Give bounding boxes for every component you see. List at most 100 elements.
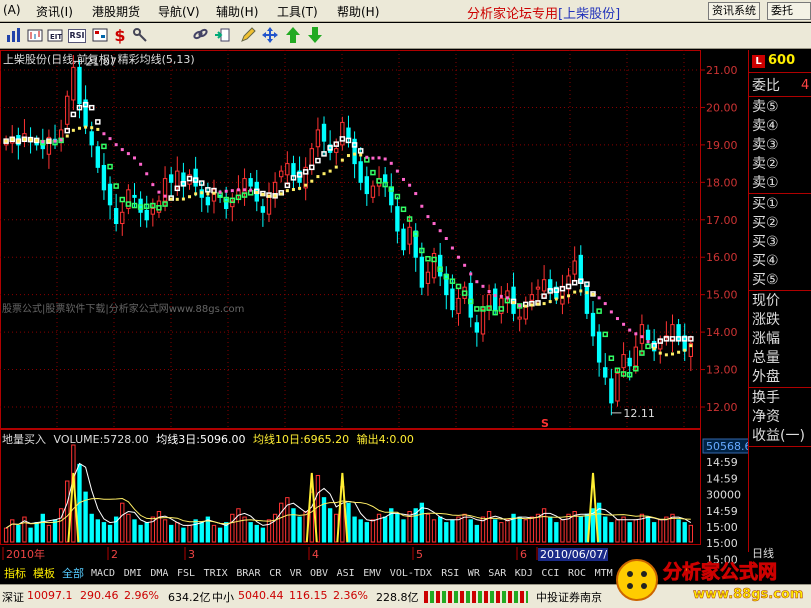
ma13-dot — [579, 289, 583, 293]
buy-5[interactable]: 买⑤ — [752, 272, 779, 288]
tab-brar[interactable]: BRAR — [234, 566, 262, 582]
price-tick-label: 15.00 — [706, 289, 738, 302]
ma13-dot — [609, 310, 613, 314]
buy-4[interactable]: 买④ — [752, 253, 779, 269]
menu-tools[interactable]: 工具(T) — [277, 3, 318, 20]
sell-2[interactable]: 卖② — [752, 156, 779, 172]
tab-vol-tdx[interactable]: VOL-TDX — [388, 566, 434, 582]
tab-emv[interactable]: EMV — [361, 566, 383, 582]
candle-body — [211, 189, 217, 202]
candle-body — [291, 163, 296, 176]
volume-bar — [382, 516, 388, 543]
rsi-icon[interactable]: RSI — [68, 29, 86, 43]
candle-body — [89, 131, 94, 146]
sell-3[interactable]: 卖③ — [752, 137, 779, 153]
candle-body — [181, 172, 186, 187]
kline-icon[interactable] — [25, 26, 45, 46]
ma13-dot — [481, 284, 485, 288]
arrow-down-icon[interactable] — [305, 26, 325, 46]
tab-kdj[interactable]: KDJ — [513, 566, 535, 582]
volume-bar — [688, 524, 694, 543]
sell-5[interactable]: 卖⑤ — [752, 99, 779, 115]
price-tick-label: 21.00 — [706, 64, 738, 77]
tab-mtm[interactable]: MTM — [593, 566, 615, 582]
ma13-dot — [145, 172, 149, 176]
candle-body — [309, 148, 314, 170]
ma5-dot — [101, 143, 107, 150]
tab-cr[interactable]: CR — [267, 566, 283, 582]
tab--[interactable]: 全部 — [60, 566, 86, 582]
sell-4[interactable]: 卖④ — [752, 118, 779, 134]
volume-bar — [297, 516, 302, 543]
tab-asi[interactable]: ASI — [335, 566, 357, 582]
x-tick-label: 3 — [188, 548, 195, 561]
candle-body — [168, 174, 174, 183]
menu-hk-futures[interactable]: 港股期货 — [92, 3, 140, 20]
volume-bar — [156, 511, 162, 543]
arrow-up-icon[interactable] — [283, 26, 303, 46]
menu-navigate[interactable]: 导航(V) — [158, 3, 200, 20]
tab-cci[interactable]: CCI — [539, 566, 561, 582]
sell-1[interactable]: 卖① — [752, 175, 779, 191]
tab--[interactable]: 指标 — [2, 566, 28, 582]
ma13-dot — [628, 328, 632, 332]
menu-assist[interactable]: 辅助(H) — [216, 3, 258, 20]
volume-bar — [175, 522, 180, 543]
buy-2[interactable]: 买② — [752, 215, 779, 231]
candle-body — [95, 146, 100, 168]
buy-1[interactable]: 买① — [752, 196, 779, 212]
volume-bar — [291, 508, 296, 543]
move-icon[interactable] — [260, 26, 280, 46]
volume-bar — [279, 502, 284, 543]
tab-vr[interactable]: VR — [288, 566, 304, 582]
trade-button[interactable]: 委托 — [767, 2, 811, 20]
bar-chart-icon[interactable] — [4, 26, 24, 46]
tab-wr[interactable]: WR — [466, 566, 482, 582]
tab-dma[interactable]: DMA — [148, 566, 170, 582]
stock-icon[interactable] — [90, 26, 110, 46]
buy-3[interactable]: 买③ — [752, 234, 779, 250]
candle-body — [370, 185, 376, 198]
candle-body — [77, 66, 82, 105]
kline-small-icon[interactable]: EIT — [45, 26, 65, 46]
info-system-button[interactable]: 资讯系统 — [708, 2, 760, 20]
chain-icon[interactable] — [190, 26, 210, 46]
tab-trix[interactable]: TRIX — [202, 566, 230, 582]
menu-info[interactable]: 资讯(I) — [36, 3, 73, 20]
export-icon[interactable] — [212, 26, 232, 46]
candle-body — [493, 288, 498, 311]
tab-rsi[interactable]: RSI — [439, 566, 461, 582]
tab--[interactable]: 模板 — [31, 566, 57, 582]
ma5-dot — [119, 196, 126, 203]
tab-obv[interactable]: OBV — [308, 566, 330, 582]
tab-roc[interactable]: ROC — [566, 566, 588, 582]
volume-bar — [682, 522, 687, 543]
candle-body — [395, 206, 400, 232]
price-tick-label: 13.00 — [706, 364, 738, 377]
ma13-dot — [29, 138, 33, 142]
tab-sar[interactable]: SAR — [486, 566, 508, 582]
volume-bar — [254, 524, 259, 543]
volume-bar — [493, 519, 498, 543]
pencil-icon[interactable] — [238, 26, 258, 46]
tab-macd[interactable]: MACD — [89, 566, 117, 582]
volume-bar — [450, 519, 455, 543]
menu-a[interactable]: (A) — [3, 3, 21, 17]
volume-bar — [486, 511, 492, 543]
ma13-dot — [126, 152, 130, 156]
menu-help[interactable]: 帮助(H) — [337, 3, 379, 20]
ma13-dot — [298, 186, 302, 190]
tab-fsl[interactable]: FSL — [175, 566, 197, 582]
weibi-label: 委比 — [752, 78, 780, 94]
price-chart[interactable]: 股票公式|股票软件下载|分析家公式网www.88gs.com 21.0712.1… — [0, 50, 748, 565]
ma13-dot — [212, 191, 216, 195]
price-tick-label: 14.00 — [706, 326, 738, 339]
dollar-icon[interactable]: $ — [110, 26, 130, 46]
candle-body — [358, 161, 363, 183]
tab-dmi[interactable]: DMI — [122, 566, 144, 582]
volume-bar — [609, 522, 614, 543]
turnover-label: 换手 — [752, 390, 780, 406]
ma5-dot — [425, 255, 431, 262]
ma13-dot — [444, 237, 448, 240]
tool-icon[interactable] — [130, 26, 150, 46]
